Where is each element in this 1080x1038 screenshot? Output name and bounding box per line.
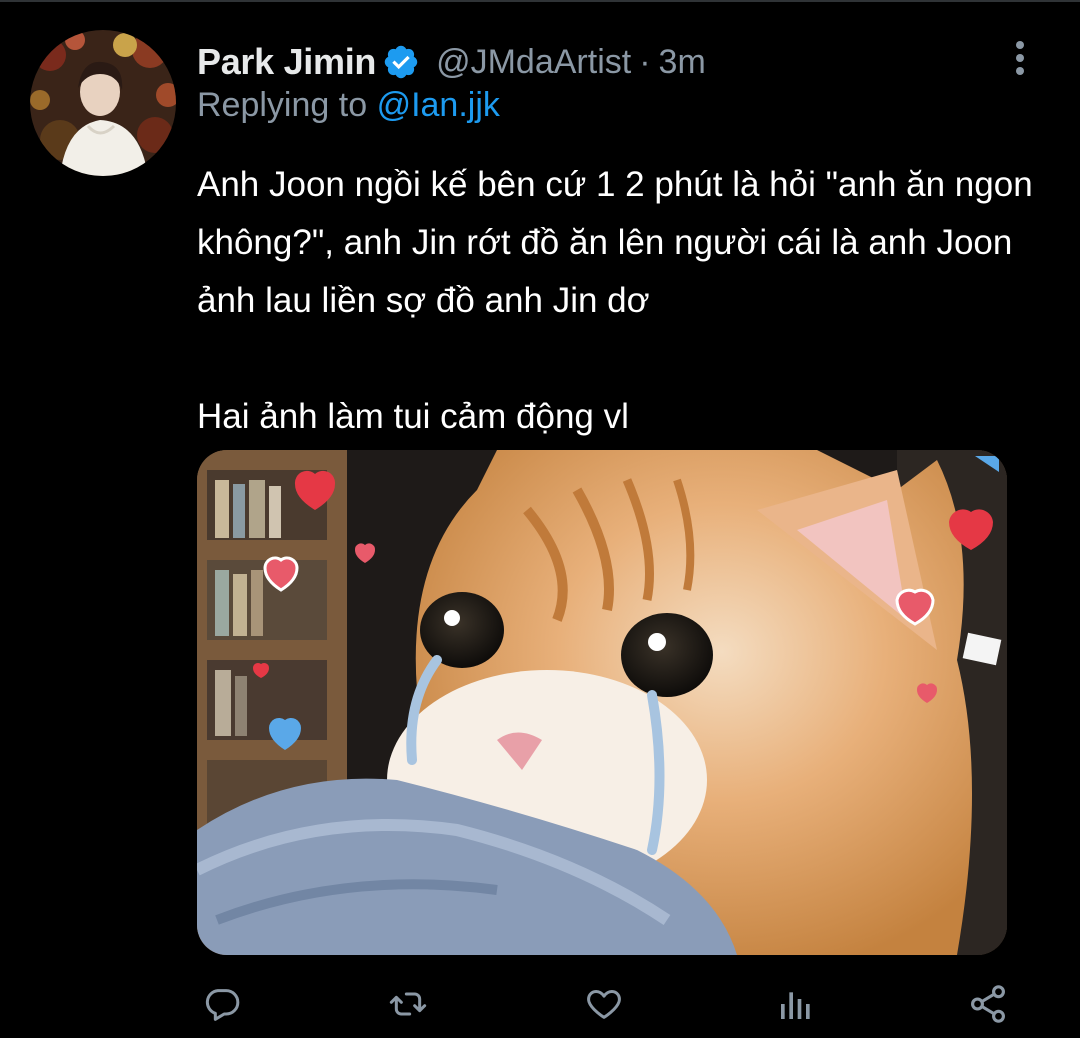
top-divider bbox=[0, 0, 1080, 2]
reply-icon bbox=[205, 989, 240, 1021]
analytics-icon bbox=[781, 992, 810, 1019]
share-button[interactable] bbox=[966, 982, 1010, 1026]
tweet-header: Park Jimin @JMdaArtist · 3m bbox=[197, 38, 706, 86]
tweet-text: Anh Joon ngồi kế bên cứ 1 2 phút là hỏi … bbox=[197, 156, 1047, 446]
replying-mention-link[interactable]: @Ian.jjk bbox=[377, 86, 500, 124]
tweet-paragraph: Anh Joon ngồi kế bên cứ 1 2 phút là hỏi … bbox=[197, 165, 1033, 320]
replying-prefix: Replying to bbox=[197, 86, 368, 124]
retweet-icon bbox=[389, 992, 427, 1016]
verified-badge-icon bbox=[382, 43, 420, 81]
tweet-paragraph: Hai ảnh làm tui cảm động vl bbox=[197, 397, 629, 436]
more-options-button[interactable] bbox=[1000, 38, 1040, 78]
retweet-button[interactable] bbox=[386, 982, 430, 1026]
display-name[interactable]: Park Jimin bbox=[197, 41, 376, 83]
separator-dot: · bbox=[639, 42, 651, 81]
share-icon bbox=[971, 985, 1005, 1023]
tweet-image[interactable] bbox=[197, 450, 1007, 955]
more-vertical-icon bbox=[1016, 41, 1024, 75]
timestamp[interactable]: 3m bbox=[659, 43, 706, 82]
reply-button[interactable] bbox=[200, 982, 244, 1026]
replying-to: Replying to @Ian.jjk bbox=[197, 86, 500, 132]
analytics-button[interactable] bbox=[774, 982, 818, 1026]
avatar[interactable] bbox=[30, 30, 176, 176]
like-button[interactable] bbox=[582, 982, 626, 1026]
tweet-action-bar bbox=[0, 976, 1080, 1032]
heart-icon bbox=[587, 990, 621, 1019]
user-handle[interactable]: @JMdaArtist bbox=[436, 43, 631, 82]
